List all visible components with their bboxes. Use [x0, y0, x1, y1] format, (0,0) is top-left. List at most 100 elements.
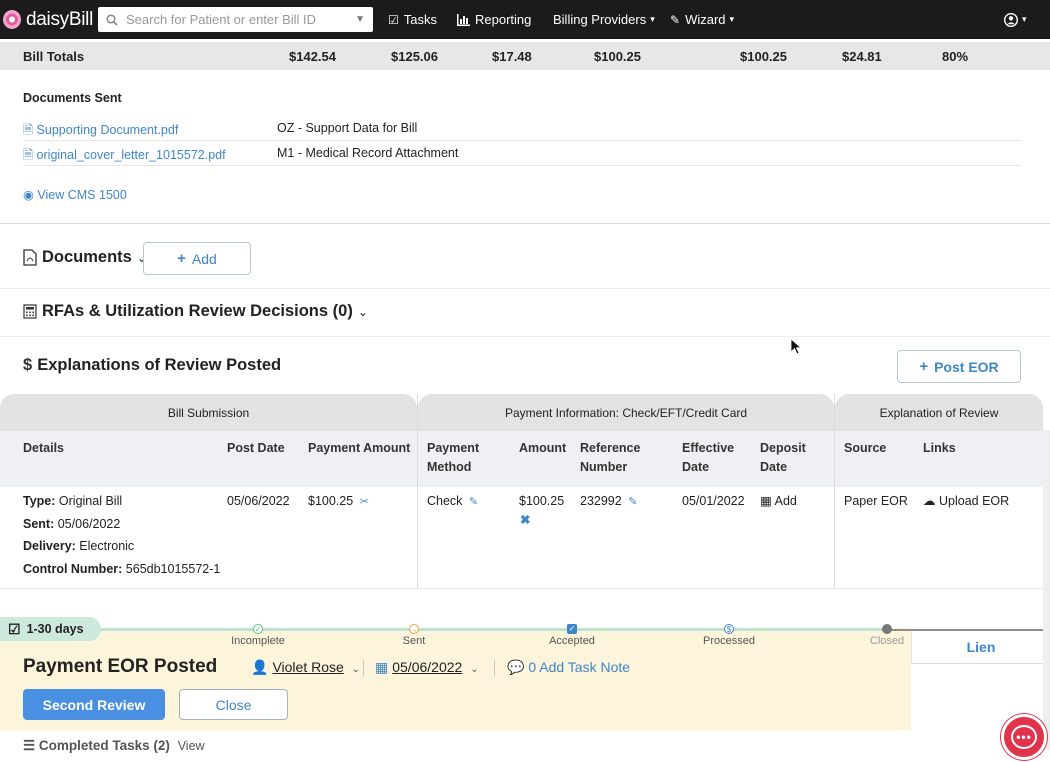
tab-lien[interactable]: Lien: [911, 631, 1050, 664]
group-header-payment-info: Payment Information: Check/EFT/Credit Ca…: [418, 394, 834, 431]
edit-icon[interactable]: ✎: [628, 496, 637, 508]
edit-icon[interactable]: ✎: [469, 496, 478, 508]
document-link[interactable]: 🗎 Supporting Document.pdf: [23, 121, 178, 142]
col-payment-amount: Payment Amount: [308, 441, 411, 455]
col-effective-date: Effective Date: [682, 439, 734, 477]
task-age-badge: ☑ 1-30 days: [0, 617, 101, 641]
step-label: Closed: [869, 635, 905, 647]
nav-tasks[interactable]: ☑ Tasks: [388, 0, 437, 39]
rfas-section-toggle[interactable]: RFAs & Utilization Review Decisions (0) …: [23, 302, 368, 321]
second-review-button[interactable]: Second Review: [23, 689, 165, 720]
documents-section-toggle[interactable]: Documents ⌄: [23, 248, 147, 267]
step-label: Sent: [402, 635, 426, 647]
logo[interactable]: daisyBill: [3, 9, 93, 31]
plus-icon: +: [919, 358, 929, 375]
document-link[interactable]: 🗎 original_cover_letter_1015572.pdf: [23, 146, 226, 167]
amount-cell: $100.25 ✖: [519, 490, 564, 530]
group-label: Payment Information: Check/EFT/Credit Ca…: [504, 405, 748, 420]
add-deposit-date-link[interactable]: ▦ Add: [760, 490, 797, 513]
col-line: Reference: [580, 441, 641, 455]
eor-title: Explanations of Review Posted: [37, 356, 282, 374]
amount-value: $100.25: [519, 494, 565, 508]
total-value: $17.48: [492, 49, 532, 64]
user-menu[interactable]: ▾: [1004, 0, 1027, 39]
document-file-name: Supporting Document.pdf: [36, 123, 179, 137]
separator: [494, 660, 495, 676]
add-document-button[interactable]: + Add: [143, 242, 251, 275]
total-value: $100.25: [594, 49, 641, 64]
view-cms-1500-link[interactable]: ◉ View CMS 1500: [23, 187, 127, 202]
calculator-icon: [23, 304, 37, 319]
calendar-icon: ▦: [760, 494, 772, 508]
logo-text: daisyBill: [26, 8, 93, 30]
col-source: Source: [844, 441, 887, 455]
scissors-icon[interactable]: ✂: [360, 496, 369, 508]
group-label: Bill Submission: [167, 405, 250, 420]
nav-billing-providers-label: Billing Providers: [553, 12, 647, 27]
detail-key: Sent:: [23, 516, 55, 531]
post-eor-label: Post EOR: [934, 358, 999, 375]
upload-eor-label: Upload EOR: [938, 494, 1010, 508]
view-completed-link[interactable]: View: [178, 739, 205, 753]
scrollbar[interactable]: [1043, 430, 1050, 750]
col-line: Date: [760, 460, 788, 474]
eor-section-title: $ Explanations of Review Posted: [23, 356, 281, 375]
checkbox-icon: ✓: [567, 624, 577, 634]
divider: [0, 223, 1050, 224]
total-value: 80%: [942, 49, 969, 64]
view-cms-label: View CMS 1500: [37, 188, 127, 202]
detail-type: Type: Original Bill: [23, 490, 220, 513]
add-deposit-label: Add: [774, 494, 797, 508]
nav-wizard-label: Wizard: [685, 12, 726, 27]
eye-icon: ◉: [23, 188, 34, 202]
reference-number-cell: 232992 ✎: [580, 490, 637, 514]
column-divider: [417, 394, 418, 589]
clipboard-icon: ☑: [388, 12, 399, 27]
add-task-note-link[interactable]: 💬 0 Add Task Note: [507, 659, 630, 676]
detail-delivery: Delivery: Electronic: [23, 535, 220, 558]
total-value: $24.81: [842, 49, 882, 64]
daisy-logo-icon: [3, 10, 21, 29]
detail-value: Original Bill: [58, 494, 123, 508]
document-file-name: original_cover_letter_1015572.pdf: [36, 148, 226, 162]
detail-key: Control Number:: [23, 561, 123, 576]
chat-button[interactable]: •••: [1001, 714, 1047, 760]
remove-icon[interactable]: ✖: [519, 511, 564, 530]
total-value: $125.06: [391, 49, 438, 64]
step-label: Incomplete: [231, 635, 285, 647]
user-circle-icon: [1004, 12, 1018, 27]
nav-reporting-label: Reporting: [475, 12, 532, 27]
group-header-eor: Explanation of Review: [835, 394, 1043, 431]
assignee-dropdown[interactable]: 👤 Violet Rose ⌄: [251, 659, 360, 676]
upload-eor-link[interactable]: ☁ Upload EOR: [923, 490, 1009, 513]
sent-arrow-icon: →: [409, 624, 419, 634]
total-value: $142.54: [289, 49, 336, 64]
clipboard-check-icon: ☑: [8, 620, 21, 637]
closed-dot-icon: [882, 624, 892, 634]
reference-number-value: 232992: [580, 494, 622, 508]
detail-key: Type:: [23, 494, 56, 508]
details-cell: Type: Original Bill Sent: 05/06/2022 Del…: [23, 490, 220, 580]
nav-reporting[interactable]: Reporting: [457, 0, 531, 39]
due-date-dropdown[interactable]: ▦ 05/06/2022 ⌄: [375, 659, 479, 676]
comment-icon: 💬: [507, 659, 525, 675]
close-task-button[interactable]: Close: [179, 689, 288, 720]
due-date-value: 05/06/2022: [392, 659, 463, 675]
caret-down-icon[interactable]: ▼: [355, 14, 365, 25]
separator: [363, 660, 364, 676]
pdf-file-icon: [23, 249, 37, 266]
document-description: M1 - Medical Record Attachment: [277, 146, 459, 160]
completed-tasks-label: Completed Tasks (2): [38, 738, 170, 753]
detail-value: Electronic: [79, 539, 135, 553]
search-input[interactable]: Search for Patient or enter Bill ID ▼: [98, 7, 373, 32]
nav-wizard[interactable]: ✎ Wizard ▾: [670, 0, 734, 39]
payment-method-value: Check: [427, 494, 463, 508]
chevron-down-icon: ▾: [1022, 14, 1027, 24]
post-eor-button[interactable]: + Post EOR: [897, 350, 1021, 383]
divider: [0, 588, 1050, 589]
nav-billing-providers[interactable]: Billing Providers ▾: [553, 0, 655, 39]
divider: [0, 288, 1050, 289]
chat-bubble-icon: •••: [1011, 725, 1037, 749]
list-icon: ☰: [23, 738, 36, 753]
pdf-file-icon: 🗎: [23, 123, 34, 137]
